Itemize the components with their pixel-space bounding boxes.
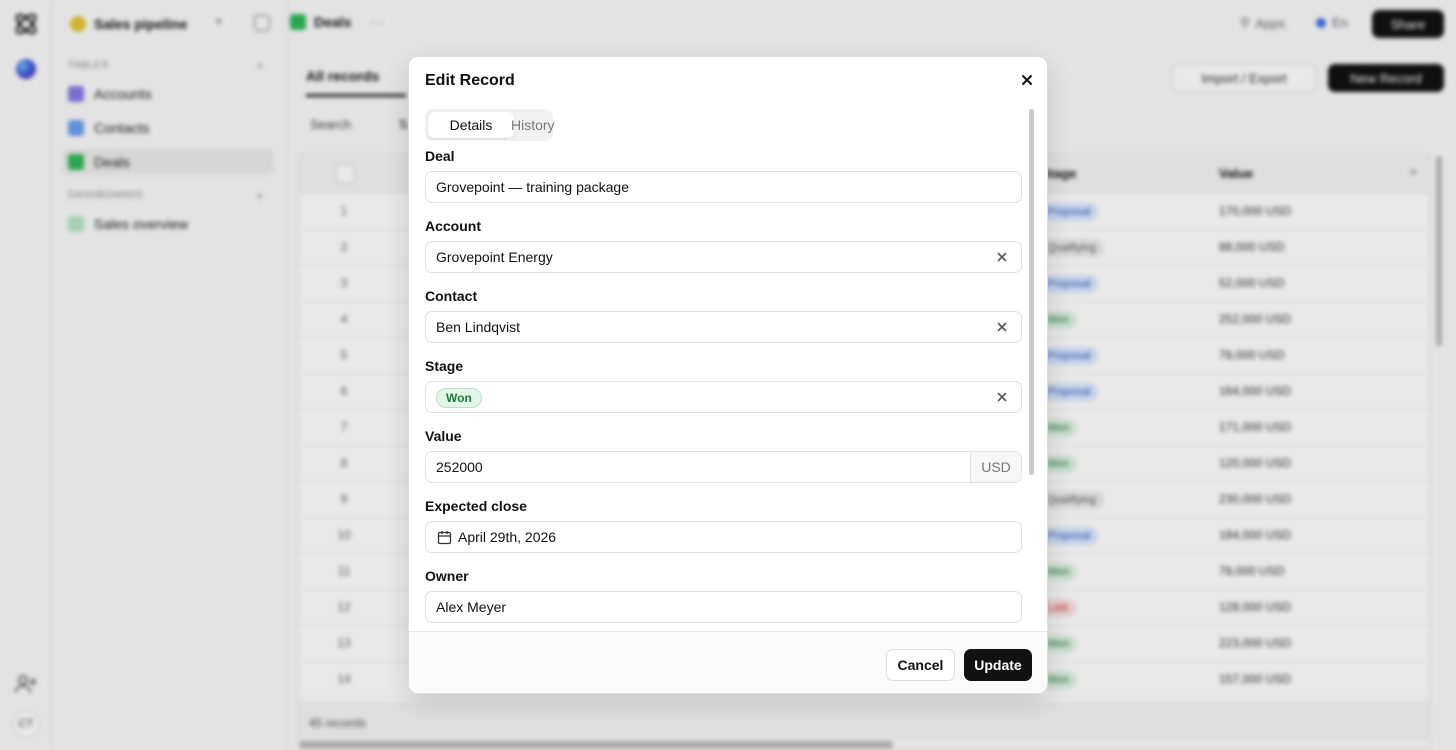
owner-value: Alex Meyer xyxy=(436,599,507,615)
update-button[interactable]: Update xyxy=(964,649,1032,681)
value-input[interactable]: 252000 USD xyxy=(425,451,1022,483)
stage-select[interactable]: Won xyxy=(425,381,1022,413)
deal-value: Grovepoint — training package xyxy=(436,179,629,195)
expected-close-value: April 29th, 2026 xyxy=(458,529,557,545)
currency-unit: USD xyxy=(970,452,1021,482)
deal-input[interactable]: Grovepoint — training package xyxy=(425,171,1022,203)
edit-record-modal: Edit Record Details History Deal Grovepo… xyxy=(408,56,1048,694)
tab-history[interactable]: History xyxy=(511,112,555,138)
expected-close-label: Expected close xyxy=(425,498,527,514)
account-value: Grovepoint Energy xyxy=(436,249,553,265)
value-amount: 252000 xyxy=(436,459,483,475)
account-label: Account xyxy=(425,218,481,234)
contact-value: Ben Lindqvist xyxy=(436,319,521,335)
value-label: Value xyxy=(425,428,462,444)
cancel-button[interactable]: Cancel xyxy=(886,649,955,681)
stage-label: Stage xyxy=(425,358,464,374)
tab-details[interactable]: Details xyxy=(428,112,514,138)
owner-label: Owner xyxy=(425,568,469,584)
modal-footer: Cancel Update xyxy=(409,631,1047,693)
clear-icon[interactable] xyxy=(995,390,1009,404)
close-icon xyxy=(1022,75,1032,85)
stage-badge: Won xyxy=(436,388,482,408)
owner-select[interactable]: Alex Meyer xyxy=(425,591,1022,623)
modal-title: Edit Record xyxy=(425,72,515,89)
close-button[interactable] xyxy=(1017,70,1037,90)
deal-label: Deal xyxy=(425,148,455,164)
modal-form: Deal Grovepoint — training package Accou… xyxy=(409,145,1047,631)
account-select[interactable]: Grovepoint Energy xyxy=(425,241,1022,273)
clear-icon[interactable] xyxy=(995,320,1009,334)
expected-close-date-picker[interactable]: April 29th, 2026 xyxy=(425,521,1022,553)
calendar-icon xyxy=(437,531,452,545)
modal-tabs: Details History xyxy=(425,109,555,141)
clear-icon[interactable] xyxy=(995,250,1009,264)
contact-select[interactable]: Ben Lindqvist xyxy=(425,311,1022,343)
contact-label: Contact xyxy=(425,288,478,304)
